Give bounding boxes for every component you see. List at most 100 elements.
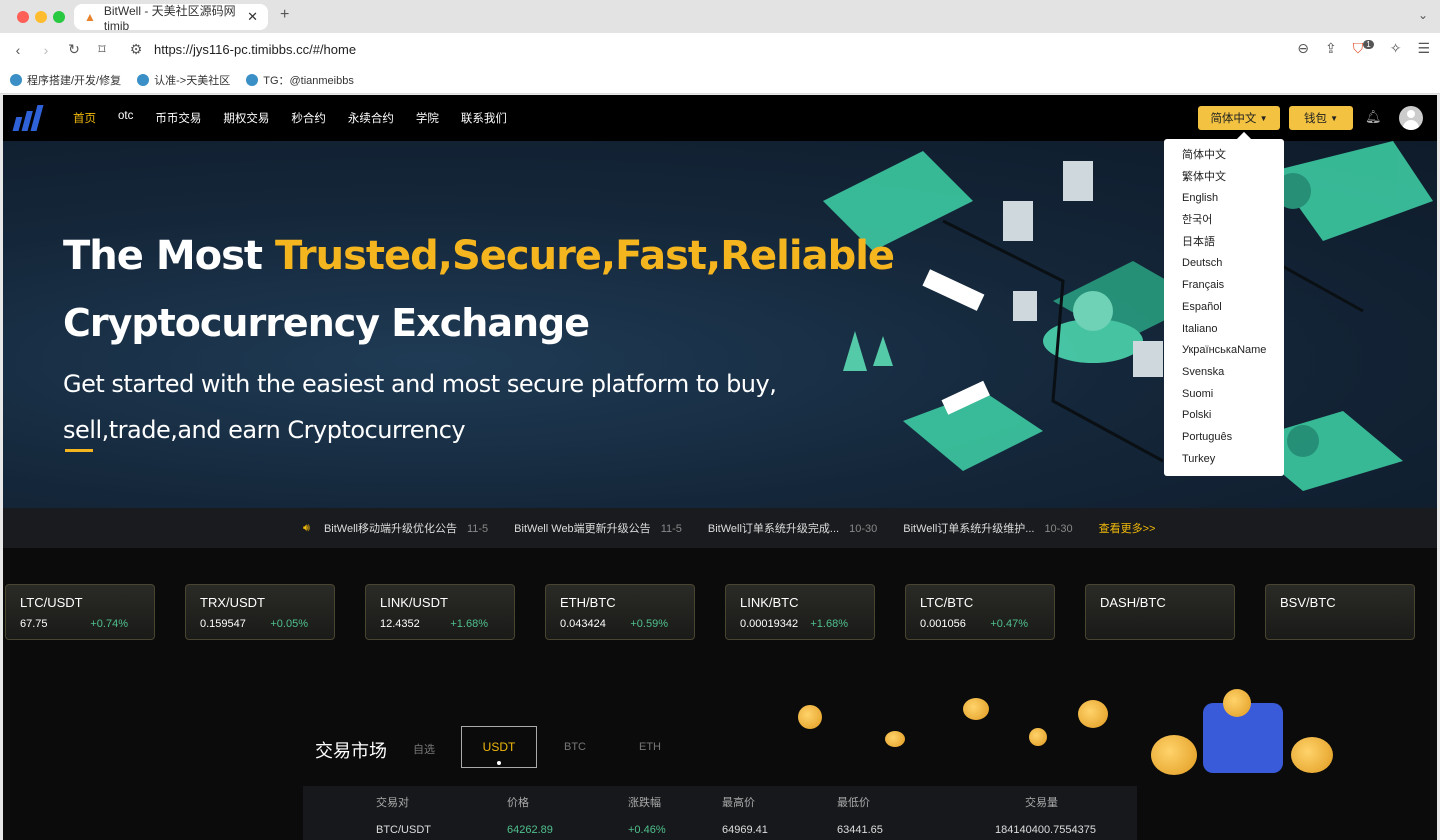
share-icon[interactable]: ⇪ (1325, 40, 1337, 57)
caret-down-icon: ▼ (1259, 113, 1268, 123)
cell-change: +0.46% (628, 824, 666, 836)
language-option[interactable]: УкраїнськаName (1164, 340, 1284, 362)
notice-item[interactable]: BitWell订单系统升级完成... 10-30 (708, 520, 877, 536)
language-option[interactable]: Turkey (1164, 449, 1284, 471)
coin-decoration (1078, 700, 1108, 728)
language-option[interactable]: 简体中文 (1164, 145, 1284, 167)
bookmark-item[interactable]: 认准->天美社区 (137, 72, 230, 88)
language-option[interactable]: Italiano (1164, 319, 1284, 341)
nav-second-contract[interactable]: 秒合约 (291, 110, 326, 126)
coin-decoration (1223, 689, 1251, 717)
nav-perpetual[interactable]: 永续合约 (348, 110, 394, 126)
ticker-card[interactable]: LTC/BTC 0.001056 +0.47% (905, 584, 1055, 640)
ticker-card[interactable]: TRX/USDT 0.159547 +0.05% (185, 584, 335, 640)
bookmark-item[interactable]: TG：@tianmeibbs (246, 72, 354, 88)
nav-academy[interactable]: 学院 (416, 110, 439, 126)
nav-spot[interactable]: 币币交易 (155, 110, 201, 126)
close-tab-icon[interactable]: ✕ (247, 9, 258, 25)
web-page: 首页 otc 币币交易 期权交易 秒合约 永续合约 学院 联系我们 简体中文 ▼… (3, 95, 1437, 840)
bookmark-favicon-icon (10, 73, 22, 86)
bookmark-item[interactable]: 程序搭建/开发/修复 (10, 72, 121, 88)
language-option[interactable]: 繁体中文 (1164, 167, 1284, 189)
tab-eth[interactable]: ETH (639, 741, 661, 753)
language-option[interactable]: Deutsch (1164, 253, 1284, 275)
language-option[interactable]: Português (1164, 427, 1284, 449)
notice-item[interactable]: BitWell Web端更新升级公告 11-5 (514, 520, 682, 536)
bookmark-icon[interactable]: ⌑ (92, 41, 112, 58)
column-header: 交易量 (1025, 797, 1058, 809)
language-option[interactable]: Español (1164, 297, 1284, 319)
ticker-card[interactable]: DASH/BTC (1085, 584, 1235, 640)
tab-btc[interactable]: BTC (564, 741, 586, 753)
bell-icon[interactable]: 🔔︎ (1365, 109, 1382, 125)
brave-shield-icon[interactable]: ⛉ 1 (1353, 40, 1374, 57)
speaker-icon: 🔊︎ (303, 521, 310, 534)
ticker-card[interactable]: BSV/BTC (1265, 584, 1415, 640)
language-button[interactable]: 简体中文 ▼ (1198, 106, 1280, 130)
hero-subtitle: Get started with the easiest and most se… (63, 370, 777, 444)
ticker-pair: BSV/BTC (1280, 595, 1336, 610)
site-header: 首页 otc 币币交易 期权交易 秒合约 永续合约 学院 联系我们 简体中文 ▼… (3, 95, 1437, 141)
ticker-pair: LTC/BTC (920, 595, 974, 610)
view-more-link[interactable]: 查看更多>> (1099, 520, 1156, 536)
ticker-change: +1.68% (810, 618, 848, 630)
nav-options[interactable]: 期权交易 (223, 110, 269, 126)
tab-favorites[interactable]: 自选 (413, 741, 435, 757)
menu-icon[interactable]: ☰ (1417, 40, 1430, 57)
minimize-window-button[interactable] (35, 11, 47, 23)
language-option[interactable]: English (1164, 188, 1284, 210)
url-input[interactable]: https://jys116-pc.timibbs.cc/#/home (154, 42, 356, 57)
close-window-button[interactable] (17, 11, 29, 23)
nav-otc[interactable]: otc (118, 110, 133, 126)
language-option[interactable]: 한국어 (1164, 210, 1284, 232)
market-title: 交易市场 (315, 741, 387, 761)
column-header: 涨跌幅 (628, 797, 661, 809)
notice-item[interactable]: BitWell订单系统升级维护... 10-30 (903, 520, 1072, 536)
ticker-price: 0.043424 (560, 618, 606, 630)
site-settings-icon[interactable]: ⚙ (126, 41, 146, 58)
cell-low: 63441.65 (837, 824, 883, 836)
new-tab-button[interactable]: + (280, 6, 289, 24)
maximize-window-button[interactable] (53, 11, 65, 23)
ticker-pair: ETH/BTC (560, 595, 616, 610)
browser-tab[interactable]: ▲ BitWell - 天美社区源码网timib ✕ (74, 4, 268, 33)
bookmark-favicon-icon (246, 73, 259, 86)
language-option[interactable]: Polski (1164, 405, 1284, 427)
wallet-button[interactable]: 钱包 ▼ (1289, 106, 1353, 130)
bitwell-logo[interactable] (12, 105, 50, 131)
main-nav: 首页 otc 币币交易 期权交易 秒合约 永续合约 学院 联系我们 (73, 110, 529, 126)
language-option[interactable]: Français (1164, 275, 1284, 297)
ticker-change: +0.74% (90, 618, 128, 630)
tab-usdt[interactable]: USDT (461, 726, 537, 768)
avatar[interactable] (1399, 106, 1423, 130)
coin-decoration (1029, 728, 1047, 746)
ticker-change: +1.68% (450, 618, 488, 630)
cell-pair[interactable]: BTC/USDT (376, 824, 431, 836)
ticker-card[interactable]: LINK/BTC 0.00019342 +1.68% (725, 584, 875, 640)
ai-icon[interactable]: ✧ (1390, 40, 1402, 57)
cell-price: 64262.89 (507, 824, 553, 836)
column-header: 最高价 (722, 797, 755, 809)
language-option[interactable]: Suomi (1164, 384, 1284, 406)
reload-icon[interactable]: ↻ (64, 41, 84, 58)
language-option[interactable]: 日本語 (1164, 232, 1284, 254)
back-icon[interactable]: ‹ (8, 42, 28, 58)
nav-home[interactable]: 首页 (73, 110, 96, 126)
coin-decoration (885, 731, 905, 747)
forward-icon[interactable]: › (36, 42, 56, 58)
ticker-card[interactable]: LTC/USDT 67.75 +0.74% (5, 584, 155, 640)
address-bar: ‹ › ↻ ⌑ ⚙ https://jys116-pc.timibbs.cc/#… (0, 33, 1440, 66)
ticker-price: 0.001056 (920, 618, 966, 630)
ticker-card[interactable]: ETH/BTC 0.043424 +0.59% (545, 584, 695, 640)
ticker-card[interactable]: LINK/USDT 12.4352 +1.68% (365, 584, 515, 640)
coin-decoration (963, 698, 989, 720)
nav-contact[interactable]: 联系我们 (461, 110, 507, 126)
language-option[interactable]: Svenska (1164, 362, 1284, 384)
coin-decoration (1151, 735, 1197, 775)
browser-tabbar: ▲ BitWell - 天美社区源码网timib ✕ + ⌄ (0, 0, 1440, 33)
cell-high: 64969.41 (722, 824, 768, 836)
tab-list-chevron-icon[interactable]: ⌄ (1418, 8, 1428, 22)
notice-item[interactable]: BitWell移动端升级优化公告 11-5 (324, 520, 488, 536)
ticker-price: 12.4352 (380, 618, 420, 630)
zoom-icon[interactable]: ⊖ (1297, 40, 1309, 57)
